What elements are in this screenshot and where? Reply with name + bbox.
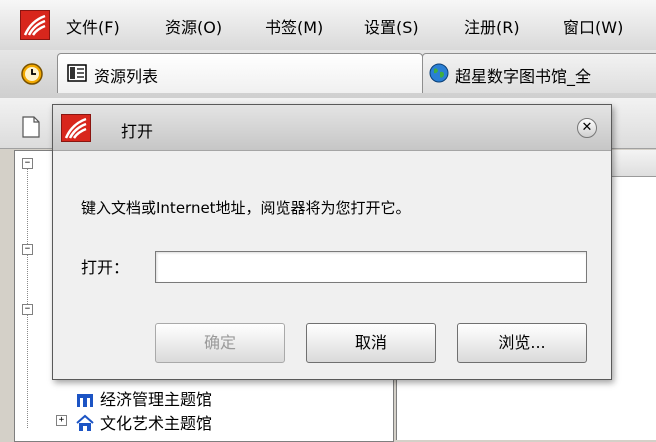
library-building-icon — [77, 394, 93, 407]
dialog-prompt: 键入文档或Internet地址，阅览器将为您打开它。 — [81, 199, 411, 217]
open-field-label: 打开： — [81, 258, 130, 277]
tree-collapse-toggle[interactable]: − — [22, 158, 33, 169]
open-address-input[interactable] — [155, 251, 587, 283]
app-logo-icon — [61, 114, 91, 142]
menu-bookmark[interactable]: 书签(M) — [265, 14, 323, 38]
open-dialog: 打开 ✕ 键入文档或Internet地址，阅览器将为您打开它。 打开： 确定 取… — [52, 104, 612, 380]
close-icon[interactable]: ✕ — [577, 118, 597, 138]
tree-item-culture-art[interactable]: 文化艺术主题馆 — [76, 410, 212, 434]
ok-button[interactable]: 确定 — [155, 323, 285, 363]
tree-collapse-toggle[interactable]: − — [22, 304, 33, 315]
tree-expand-toggle[interactable]: + — [56, 415, 67, 426]
tab-superstar-library-label: 超星数字图书馆_全 — [455, 67, 592, 86]
dialog-titlebar[interactable]: 打开 ✕ — [53, 105, 611, 151]
list-panel-icon — [67, 64, 87, 82]
tree-guide-line — [27, 168, 29, 428]
tree-collapse-toggle[interactable]: − — [22, 244, 33, 255]
clock-icon[interactable] — [20, 62, 44, 86]
tree-item-label: 经济管理主题馆 — [100, 390, 213, 409]
browse-button[interactable]: 浏览... — [457, 323, 587, 363]
app-logo-icon[interactable] — [20, 10, 50, 40]
tree-item-economics[interactable]: 经济管理主题馆 — [76, 386, 212, 410]
tab-superstar-library[interactable]: 超星数字图书馆_全 — [422, 53, 656, 93]
menu-window[interactable]: 窗口(W) — [563, 14, 623, 38]
menu-settings[interactable]: 设置(S) — [364, 14, 419, 38]
house-icon — [76, 414, 94, 431]
dialog-title: 打开 — [121, 122, 154, 141]
menu-register[interactable]: 注册(R) — [464, 14, 520, 38]
new-document-icon[interactable] — [22, 116, 40, 138]
menu-resource[interactable]: 资源(O) — [165, 14, 222, 38]
cancel-button[interactable]: 取消 — [306, 323, 436, 363]
globe-icon — [429, 63, 449, 83]
tab-resource-list[interactable]: 资源列表 — [57, 53, 423, 93]
menu-file[interactable]: 文件(F) — [66, 14, 120, 38]
menu-bar: 文件(F) 资源(O) 书签(M) 设置(S) 注册(R) 窗口(W) — [0, 0, 656, 51]
tree-item-label: 文化艺术主题馆 — [100, 414, 213, 433]
tab-resource-list-label: 资源列表 — [94, 67, 159, 86]
